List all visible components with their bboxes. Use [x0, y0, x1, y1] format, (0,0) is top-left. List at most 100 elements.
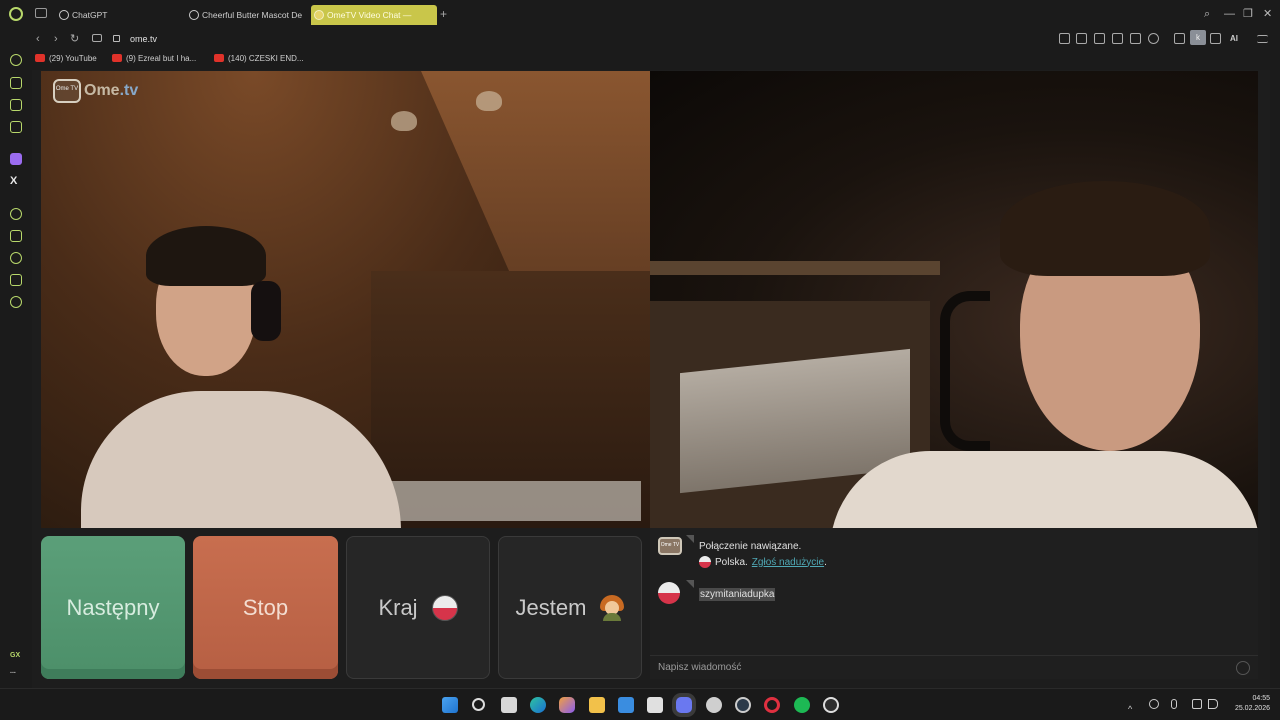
windows-start-icon[interactable] — [442, 697, 458, 713]
ceiling-lamp — [476, 91, 502, 111]
local-video: Ome TV Ome.tv — [41, 71, 650, 528]
chevron-up-icon[interactable]: ^ — [1128, 699, 1138, 714]
ometv-page: Ome TV Ome.tv Następny Stop Kraj Jestem … — [32, 70, 1280, 688]
ceiling-lamp — [391, 111, 417, 131]
system-clock[interactable]: 04:55 25.02.2026 — [1228, 694, 1270, 714]
tab-bar: ChatGPT Cheerful Butter Mascot De OmeTV … — [0, 0, 1280, 28]
gx-control-icon[interactable] — [10, 99, 22, 111]
bubble-corner — [686, 535, 694, 543]
network-icon[interactable] — [1192, 699, 1202, 709]
bookmark-label: (140) CZESKI END... — [228, 54, 304, 63]
bookmark-label: (9) Ezreal but I ha... — [126, 54, 197, 63]
back-icon[interactable]: ‹ — [36, 32, 40, 46]
restore-button[interactable]: ❐ — [1243, 8, 1253, 20]
youtube-icon — [112, 54, 122, 62]
extensions-icon[interactable] — [1174, 33, 1185, 44]
volume-icon[interactable] — [1208, 699, 1218, 709]
calendar-icon[interactable] — [647, 697, 663, 713]
sidebar-more-icon[interactable]: ... — [10, 668, 16, 675]
pinboard-icon[interactable] — [10, 230, 22, 242]
lock-icon[interactable] — [113, 35, 120, 42]
opera-gx-logo-icon[interactable] — [9, 7, 23, 21]
next-label: Następny — [66, 594, 160, 620]
gx-corner-icon[interactable] — [10, 77, 22, 89]
message-placeholder: Napisz wiadomość — [658, 662, 742, 673]
browser-sidebar: X GX ... — [0, 50, 32, 688]
microphone-icon[interactable] — [1171, 699, 1177, 709]
bubble-corner — [686, 580, 694, 588]
close-window-button[interactable]: ✕ — [1263, 8, 1272, 20]
reload-icon[interactable]: ↻ — [70, 32, 79, 46]
next-button[interactable]: Następny — [41, 536, 185, 679]
bookmark-czeski[interactable]: (140) CZESKI END... — [214, 53, 304, 64]
player-icon[interactable] — [10, 208, 22, 220]
page-scrollbar[interactable] — [1270, 70, 1280, 688]
country-label: Kraj — [378, 594, 418, 620]
task-view-icon[interactable] — [501, 697, 517, 713]
discord-icon[interactable] — [676, 697, 692, 713]
person-hair — [1000, 181, 1210, 276]
speed-dial-icon[interactable] — [10, 54, 22, 66]
url-field[interactable]: ome.tv — [130, 32, 157, 46]
poland-flag-icon — [658, 582, 680, 604]
shield-icon[interactable] — [1094, 33, 1105, 44]
bookmark-youtube[interactable]: (29) YouTube — [35, 53, 97, 64]
message-input[interactable]: Napisz wiadomość — [650, 655, 1258, 679]
country-text: Polska. — [715, 556, 748, 568]
gender-button[interactable]: Jestem — [498, 536, 642, 679]
minimize-button[interactable]: — — [1224, 8, 1235, 20]
search-icon[interactable] — [472, 698, 485, 711]
tab-ometv[interactable]: OmeTV Video Chat — — [311, 5, 437, 25]
bookmark-ezreal[interactable]: (9) Ezreal but I ha... — [112, 53, 196, 64]
snapshot-icon[interactable] — [1076, 33, 1087, 44]
settings-gear-icon[interactable] — [10, 296, 22, 308]
emoji-icon[interactable] — [1236, 661, 1250, 675]
steam-icon[interactable] — [735, 697, 751, 713]
windows-taskbar: ^ 04:55 25.02.2026 — [0, 688, 1280, 720]
history-icon[interactable] — [10, 252, 22, 264]
pin-icon[interactable] — [1059, 33, 1070, 44]
gx-badge[interactable]: GX — [10, 652, 20, 659]
download-icon[interactable] — [1210, 33, 1221, 44]
report-abuse-link[interactable]: Zgłoś nadużycie — [752, 557, 824, 568]
workspaces-icon[interactable] — [35, 8, 47, 18]
country-button[interactable]: Kraj — [346, 536, 490, 679]
file-explorer-icon[interactable] — [589, 697, 605, 713]
tab-chatgpt[interactable]: ChatGPT — [56, 5, 181, 25]
menu-icon[interactable] — [1257, 35, 1268, 43]
chat-panel: Ome TV Połączenie nawiązane. Polska. Zgł… — [650, 528, 1258, 679]
new-tab-button[interactable]: + — [440, 8, 447, 20]
copilot-icon[interactable] — [559, 697, 575, 713]
edge-icon[interactable] — [530, 697, 546, 713]
mail-icon[interactable] — [618, 697, 634, 713]
avatar-icon — [600, 594, 625, 621]
x-twitter-icon[interactable]: X — [10, 175, 17, 187]
ometv-tv-icon: Ome TV — [53, 79, 81, 103]
play-icon[interactable] — [1130, 33, 1141, 44]
person-body — [830, 451, 1258, 528]
logo-tv: .tv — [119, 82, 139, 99]
forward-icon[interactable]: › — [54, 32, 58, 46]
messenger-icon[interactable] — [10, 121, 22, 133]
cat-app-icon[interactable] — [706, 697, 722, 713]
extensions-sidebar-icon[interactable] — [10, 274, 22, 286]
camera-permission-icon[interactable] — [92, 34, 102, 42]
sync-icon[interactable] — [1149, 699, 1159, 709]
twitch-icon[interactable] — [10, 153, 22, 165]
ometv-logo[interactable]: Ome TV Ome.tv — [53, 79, 138, 103]
stop-button[interactable]: Stop — [193, 536, 338, 679]
translate-icon[interactable] — [1112, 33, 1123, 44]
extension-k-button[interactable]: k — [1190, 30, 1206, 45]
aria-ai-button[interactable]: AI — [1230, 32, 1238, 46]
opera-gx-icon[interactable] — [764, 697, 780, 713]
poland-flag-icon — [431, 594, 458, 621]
search-tabs-icon[interactable]: ⌕ — [1204, 8, 1210, 20]
heart-icon[interactable] — [1148, 33, 1159, 44]
tab-cheerful-butter[interactable]: Cheerful Butter Mascot De — [186, 5, 302, 25]
chatgpt-favicon-icon — [189, 10, 199, 20]
obs-icon[interactable] — [823, 697, 839, 713]
poland-flag-icon — [699, 556, 711, 568]
spotify-icon[interactable] — [794, 697, 810, 713]
youtube-icon — [214, 54, 224, 62]
ometv-tv-icon: Ome TV — [658, 537, 682, 555]
